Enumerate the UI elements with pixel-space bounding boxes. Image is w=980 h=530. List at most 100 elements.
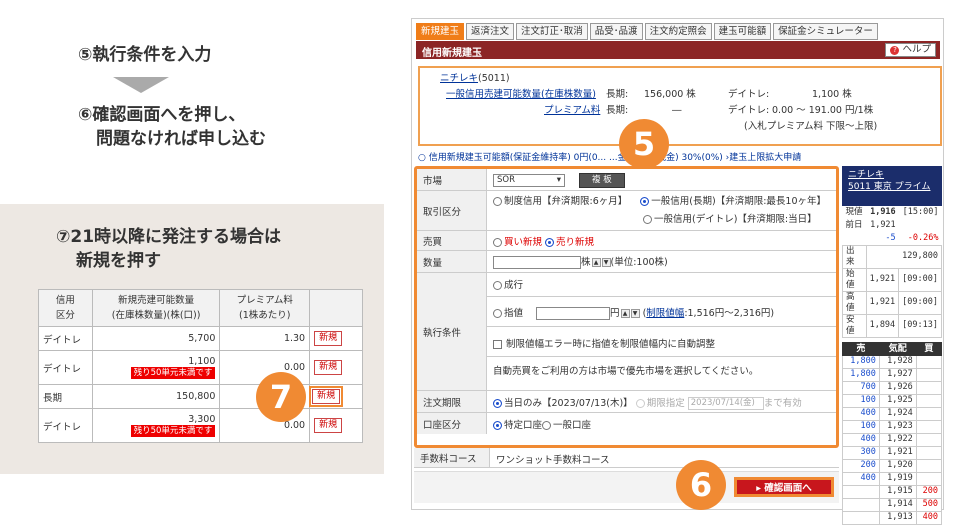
price-up-icon[interactable]: ▲ bbox=[620, 309, 630, 318]
new-order-button[interactable]: 新規 bbox=[314, 331, 343, 346]
exec-limit-radio[interactable] bbox=[493, 309, 502, 318]
form-row-qty: 数量 株 ▲ ▼ (単位:100株) bbox=[417, 251, 836, 273]
book-sell-qty: 300 bbox=[842, 445, 880, 460]
page-title-text: 信用新規建玉 bbox=[422, 48, 482, 59]
quote-label: 現値 bbox=[845, 207, 863, 217]
book-price: 1,928 bbox=[878, 354, 917, 369]
trade-type-label: 取引区分 bbox=[417, 191, 487, 230]
step7-line2: 新規を押す bbox=[76, 251, 161, 271]
book-buy-qty bbox=[915, 367, 943, 382]
stock-name-link[interactable]: ニチレキ bbox=[440, 73, 478, 84]
buy-new-radio[interactable] bbox=[493, 238, 502, 247]
quote-row: 現値 1,916 [15:00] bbox=[843, 206, 942, 219]
book-sell-qty: 1,800 bbox=[842, 367, 880, 382]
available-qty-link[interactable]: 一般信用売建可能数量(在庫株数量) bbox=[446, 89, 596, 100]
period-today-radio[interactable] bbox=[493, 399, 502, 408]
auto-adjust-checkbox[interactable] bbox=[493, 340, 502, 349]
help-icon: ? bbox=[890, 46, 900, 55]
order-book-button[interactable]: 複 板 bbox=[579, 173, 625, 188]
tab-repay[interactable]: 返済注文 bbox=[466, 23, 515, 40]
book-row: 1,800 1,927 bbox=[842, 367, 943, 382]
row-premium: 1.30 bbox=[219, 326, 311, 351]
book-row: 400 1,919 bbox=[842, 471, 943, 486]
stock-code: (5011) bbox=[478, 73, 510, 84]
quote-row: -5 -0.26% bbox=[843, 232, 942, 245]
book-sell-qty: 200 bbox=[842, 458, 880, 473]
exec-market-radio[interactable] bbox=[493, 281, 502, 290]
tab-order-inquiry[interactable]: 注文約定照会 bbox=[644, 23, 712, 40]
book-price: 1,926 bbox=[878, 380, 917, 395]
book-price: 1,925 bbox=[878, 393, 917, 408]
row-qty: 150,800 bbox=[91, 384, 221, 409]
quote-price: 1,916 bbox=[870, 207, 896, 217]
qty-down-icon[interactable]: ▼ bbox=[601, 258, 611, 267]
book-sell-qty: 100 bbox=[842, 393, 880, 408]
tab-position-capacity[interactable]: 建玉可能額 bbox=[713, 23, 772, 40]
qty-input[interactable] bbox=[493, 256, 581, 269]
book-price: 1,920 bbox=[878, 458, 917, 473]
period-today-label: 当日のみ【2023/07/13(木)】 bbox=[504, 398, 633, 409]
book-buy-qty bbox=[915, 445, 943, 460]
price-down-icon[interactable]: ▼ bbox=[630, 309, 640, 318]
account-specific-radio[interactable] bbox=[493, 421, 502, 430]
qty-up-icon[interactable]: ▲ bbox=[591, 258, 601, 267]
trade-daytrade-radio[interactable] bbox=[643, 215, 652, 224]
quote-stock-name[interactable]: ニチレキ bbox=[848, 170, 884, 180]
premium-link[interactable]: プレミアム料 bbox=[544, 105, 600, 116]
new-order-button[interactable]: 新規 bbox=[314, 418, 343, 433]
qty-note: (単位:100株) bbox=[610, 257, 668, 268]
market-select[interactable]: SOR ▾ bbox=[493, 174, 565, 187]
quote-price: 1,894 bbox=[865, 313, 900, 338]
limit-price-input[interactable] bbox=[536, 307, 611, 320]
book-row: 400 1,924 bbox=[842, 406, 943, 421]
new-order-button[interactable]: 新規 bbox=[314, 360, 343, 375]
account-general-radio[interactable] bbox=[542, 421, 552, 430]
form-row-account: 口座区分 特定口座 一般口座 bbox=[417, 413, 836, 434]
quote-code-market[interactable]: 5011 東京 プライム bbox=[848, 182, 930, 192]
period-specify-radio[interactable] bbox=[635, 399, 645, 408]
book-sell-qty bbox=[842, 484, 880, 499]
trade-general-long-radio[interactable] bbox=[640, 197, 650, 206]
period-date-input[interactable]: 2023/07/14(金) bbox=[687, 397, 764, 410]
tab-modify-cancel[interactable]: 注文訂正･取消 bbox=[516, 23, 588, 40]
quote-row: 高値 1,921 [09:00] bbox=[842, 290, 942, 315]
order-form: 市場 SOR ▾ 複 板 取引区分 制度信用【弁済期限:6ヶ月】 一般信用(長期)【… bbox=[414, 166, 839, 448]
book-row: 400 1,922 bbox=[842, 432, 943, 447]
book-header: 売 bbox=[842, 341, 880, 356]
quote-label: 前日 bbox=[845, 220, 863, 230]
chevron-down-icon: ▾ bbox=[556, 175, 561, 185]
day-label: デイトレ: bbox=[728, 89, 770, 100]
confirm-screen-button[interactable]: ▸ 確認画面へ bbox=[734, 477, 834, 497]
quote-row: 始値 1,921 [09:00] bbox=[842, 267, 942, 292]
table-row: デイトレ 3,300 残り50単元未満です 0.00 新規 bbox=[38, 408, 363, 443]
stock-info-box: ニチレキ(5011) 一般信用売建可能数量(在庫株数量) 長期: 156,000… bbox=[418, 66, 942, 146]
trade-standard-radio[interactable] bbox=[493, 197, 502, 206]
form-row-trade-type: 取引区分 制度信用【弁済期限:6ヶ月】 一般信用(長期)【弁済期限:最長10ヶ年… bbox=[417, 191, 836, 231]
help-button[interactable]: ? ヘルプ bbox=[885, 43, 936, 57]
book-sell-qty bbox=[842, 510, 880, 525]
row-type: 長期 bbox=[38, 384, 93, 409]
quote-price: 1,921 bbox=[870, 220, 896, 230]
book-row: 1,915 200 bbox=[842, 484, 943, 499]
trade-general-long-label: 一般信用(長期)【弁済期限:最長10ヶ年】 bbox=[651, 196, 826, 207]
book-buy-qty bbox=[915, 432, 943, 447]
quote-label: 高値 bbox=[842, 290, 867, 315]
exec-market-label: 成行 bbox=[504, 280, 524, 291]
tab-delivery[interactable]: 品受･品渡 bbox=[589, 23, 643, 40]
row-type: デイトレ bbox=[38, 408, 93, 443]
quote-label: 安値 bbox=[842, 313, 867, 338]
down-arrow-icon bbox=[113, 77, 169, 93]
book-row: 100 1,923 bbox=[842, 419, 943, 434]
long-premium: ― bbox=[672, 105, 682, 116]
book-sell-qty: 700 bbox=[842, 380, 880, 395]
tab-new-position[interactable]: 新規建玉 bbox=[416, 23, 465, 40]
limit-range-link[interactable]: 制限値幅 bbox=[646, 308, 684, 319]
book-buy-qty bbox=[915, 458, 943, 473]
sell-new-radio[interactable] bbox=[545, 238, 555, 247]
book-header: 買 bbox=[915, 341, 943, 356]
tab-margin-simulator[interactable]: 保証金シミュレーター bbox=[773, 23, 878, 40]
new-order-button-highlighted[interactable]: 新規 bbox=[309, 386, 344, 407]
table-header: プレミアム料 (1株あたり) bbox=[219, 289, 311, 327]
step6-badge: 6 bbox=[676, 460, 726, 510]
auto-adjust-label: 制限値幅エラー時に指値を制限値幅内に自動調整 bbox=[506, 339, 716, 350]
